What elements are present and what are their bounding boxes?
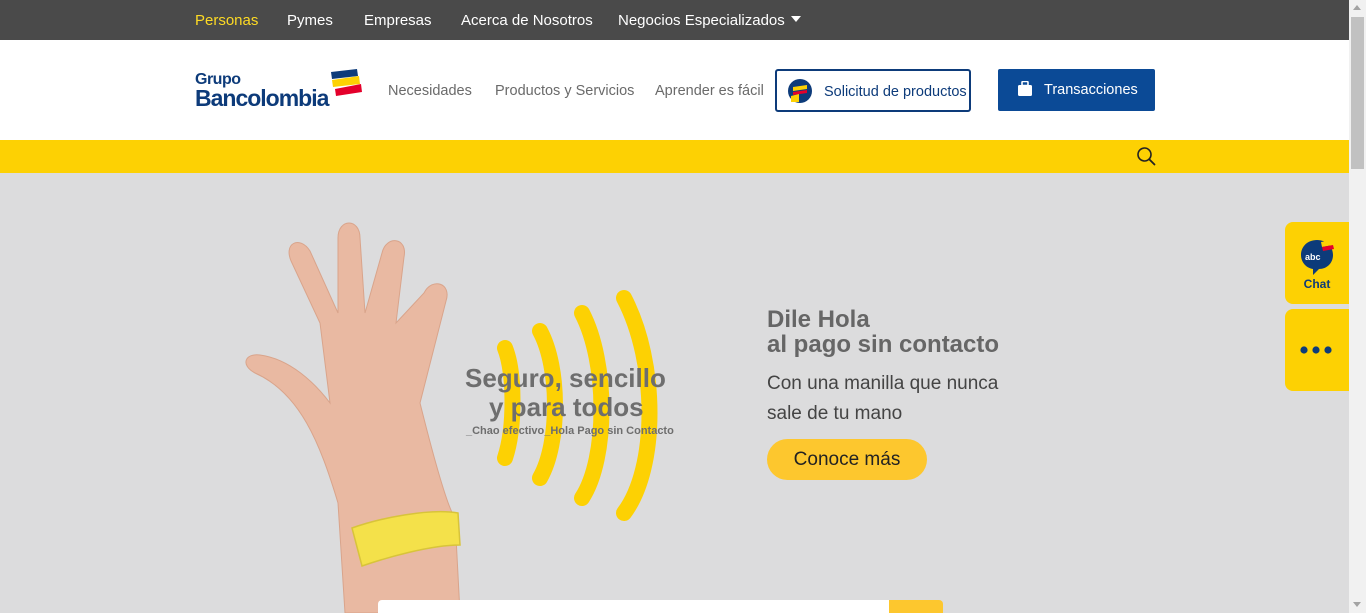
promo-line-2: y para todos bbox=[489, 392, 644, 422]
logo-text-bancolombia: Bancolombia bbox=[195, 85, 329, 111]
hero-subtitle-line-2: sale de tu mano bbox=[767, 403, 903, 424]
topnav-negocios[interactable]: Negocios Especializados bbox=[618, 12, 801, 29]
scroll-down-arrow[interactable] bbox=[1353, 602, 1361, 607]
nav-productos-servicios[interactable]: Productos y Servicios bbox=[495, 83, 634, 99]
nav-necesidades[interactable]: Necesidades bbox=[388, 83, 472, 99]
hero-subtitle: Con una manilla que nunca sale de tu man… bbox=[767, 369, 998, 429]
hero-title-line-1: Dile Hola bbox=[767, 306, 870, 333]
hero-search-input[interactable] bbox=[378, 600, 890, 613]
chat-widget-button[interactable]: abc Chat bbox=[1285, 222, 1349, 304]
bancolombia-logo[interactable]: Grupo Bancolombia bbox=[195, 68, 365, 112]
hero-search-button[interactable] bbox=[889, 600, 943, 613]
search-icon[interactable] bbox=[1136, 146, 1156, 166]
scroll-up-arrow[interactable] bbox=[1353, 5, 1361, 10]
hero-hand-wristband-image bbox=[245, 222, 658, 613]
chat-icon-text: abc bbox=[1305, 252, 1321, 262]
top-navigation-bar: Personas Pymes Empresas Acerca de Nosotr… bbox=[0, 0, 1349, 40]
request-products-button[interactable]: Solicitud de productos bbox=[775, 69, 971, 112]
request-products-label: Solicitud de productos bbox=[824, 84, 967, 100]
briefcase-icon bbox=[1018, 81, 1032, 96]
topnav-personas[interactable]: Personas bbox=[195, 12, 258, 29]
hero-subtitle-line-1: Con una manilla que nunca bbox=[767, 373, 999, 394]
topnav-empresas[interactable]: Empresas bbox=[364, 12, 432, 29]
caret-down-icon bbox=[790, 16, 801, 23]
bancolombia-coin-icon bbox=[788, 79, 812, 103]
promo-line-1: Seguro, sencillo bbox=[465, 363, 666, 393]
topnav-pymes[interactable]: Pymes bbox=[287, 12, 333, 29]
transactions-button[interactable]: Transacciones bbox=[998, 69, 1155, 111]
hero-title-line-2: al pago sin contacto bbox=[767, 331, 1000, 358]
bancolombia-logo-mark bbox=[331, 69, 362, 96]
more-dots-icon bbox=[1300, 346, 1332, 354]
main-header: Grupo Bancolombia Necesidades Productos … bbox=[0, 40, 1349, 140]
topnav-acerca[interactable]: Acerca de Nosotros bbox=[461, 12, 593, 29]
chat-bubble-icon: abc bbox=[1301, 240, 1334, 275]
chat-label: Chat bbox=[1303, 277, 1331, 291]
hero-title: Dile Hola al pago sin contacto bbox=[767, 307, 999, 357]
yellow-search-band bbox=[0, 140, 1349, 173]
conoce-mas-label: Conoce más bbox=[793, 449, 901, 470]
more-options-button[interactable] bbox=[1285, 309, 1349, 391]
nav-aprender[interactable]: Aprender es fácil bbox=[655, 83, 764, 99]
promo-tagline: _Chao efectivo_Hola Pago sin Contacto bbox=[466, 425, 674, 437]
transactions-label: Transacciones bbox=[1044, 82, 1138, 98]
page-scrollbar[interactable] bbox=[1349, 0, 1366, 613]
scroll-thumb[interactable] bbox=[1351, 17, 1364, 169]
conoce-mas-button[interactable]: Conoce más bbox=[767, 439, 927, 480]
topnav-negocios-label: Negocios Especializados bbox=[618, 12, 785, 29]
hero-banner: Seguro, sencillo y para todos _Chao efec… bbox=[0, 173, 1349, 613]
